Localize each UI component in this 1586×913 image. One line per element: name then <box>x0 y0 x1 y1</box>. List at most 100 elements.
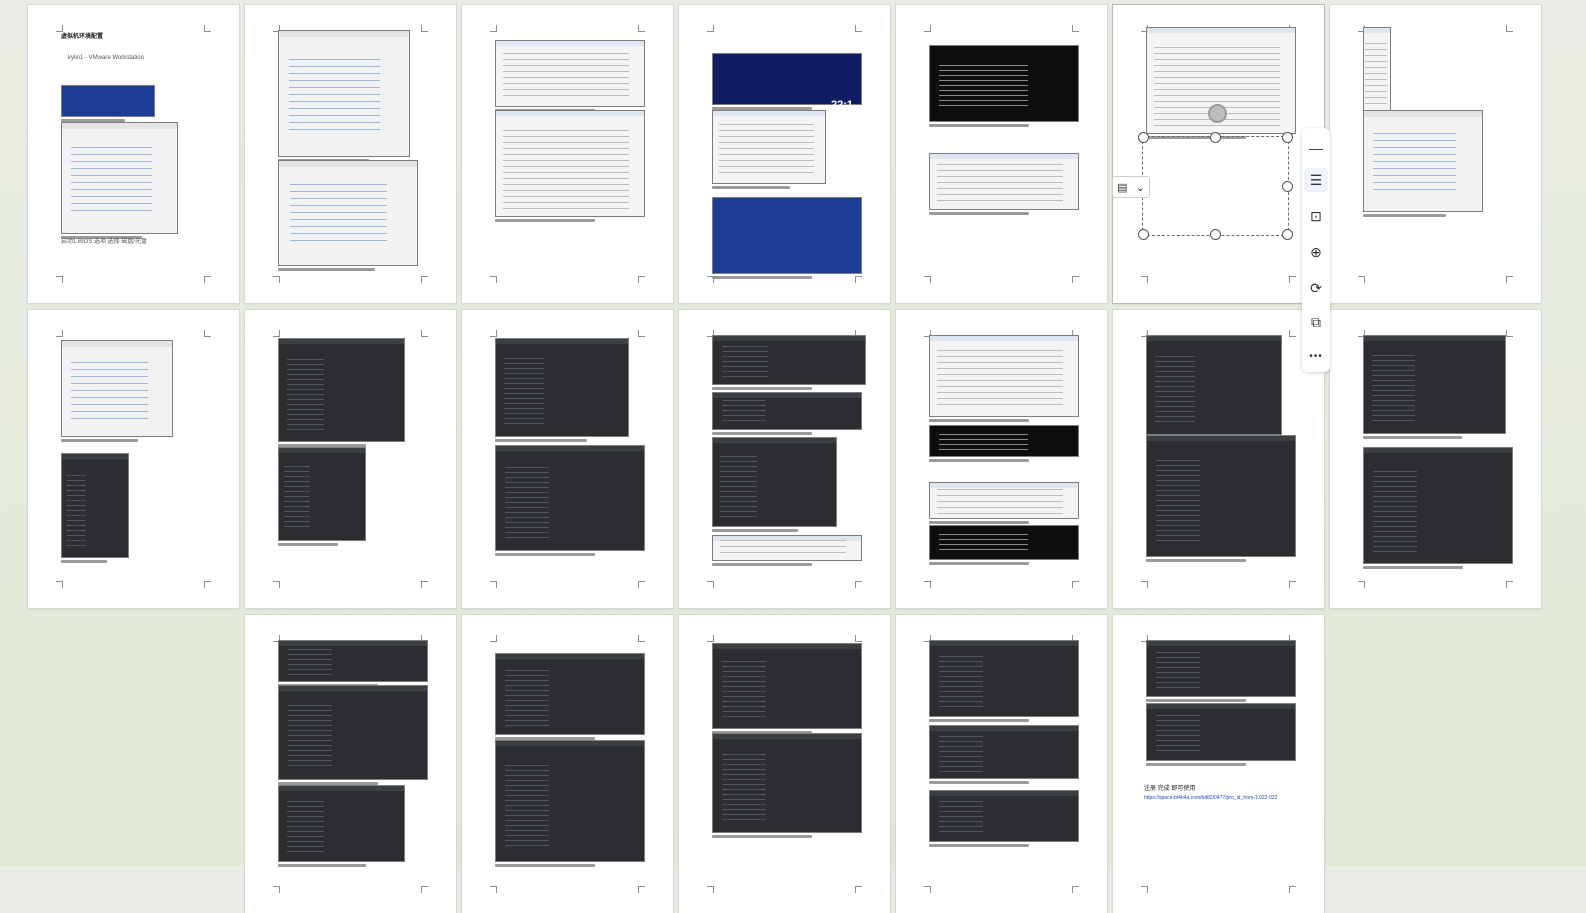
page-corner-mark <box>490 581 497 588</box>
embedded-screenshot[interactable] <box>495 740 645 862</box>
image-floating-toolbar: — ☰ ⊡ ⊕ ⟳ ⧉ ••• <box>1302 128 1330 372</box>
page-corner-mark <box>1358 581 1365 588</box>
embedded-screenshot[interactable] <box>1146 435 1296 557</box>
embedded-screenshot[interactable] <box>61 85 155 117</box>
embedded-screenshot[interactable] <box>61 340 173 437</box>
embedded-screenshot[interactable] <box>1363 335 1506 434</box>
embedded-screenshot[interactable] <box>929 640 1079 717</box>
page-thumbnail[interactable] <box>896 615 1107 913</box>
image-selection-frame[interactable] <box>1138 132 1293 240</box>
page-corner-mark <box>1072 276 1079 283</box>
resize-handle-bl[interactable] <box>1138 229 1149 240</box>
embedded-screenshot[interactable] <box>1146 703 1296 761</box>
embedded-screenshot[interactable] <box>929 335 1079 417</box>
rotate-handle[interactable] <box>1208 104 1227 123</box>
embedded-screenshot[interactable] <box>278 447 366 541</box>
page-thumbnail[interactable] <box>462 310 673 608</box>
resize-handle-r[interactable] <box>1282 181 1293 192</box>
embedded-screenshot[interactable] <box>61 453 129 558</box>
page-thumbnail[interactable] <box>1330 310 1541 608</box>
embedded-screenshot[interactable] <box>278 685 428 780</box>
embedded-screenshot[interactable] <box>61 122 178 234</box>
embedded-screenshot[interactable] <box>495 110 645 217</box>
page-corner-mark <box>1506 330 1513 337</box>
embedded-screenshot[interactable] <box>1146 640 1296 697</box>
page-thumbnail[interactable] <box>462 5 673 303</box>
resize-handle-t[interactable] <box>1210 132 1221 143</box>
page-corner-mark <box>490 330 497 337</box>
embedded-screenshot[interactable] <box>278 640 428 682</box>
embedded-screenshot[interactable] <box>1363 27 1391 114</box>
resize-handle-tl[interactable] <box>1138 132 1149 143</box>
embedded-screenshot[interactable] <box>712 535 862 561</box>
text-wrap-icon[interactable]: ☰ <box>1304 168 1328 192</box>
embedded-screenshot[interactable] <box>929 482 1079 519</box>
caption-line <box>495 439 588 442</box>
page-thumbnail[interactable] <box>1113 310 1324 608</box>
crop-icon[interactable]: ⊡ <box>1304 204 1328 228</box>
embedded-screenshot[interactable] <box>712 110 826 184</box>
page-thumbnail[interactable] <box>245 310 456 608</box>
url-link[interactable]: https://space-bt4b4a.com/bd82/0477/pro_i… <box>1144 795 1277 801</box>
page-corner-mark <box>421 276 428 283</box>
embedded-screenshot[interactable] <box>712 733 862 833</box>
embedded-screenshot[interactable] <box>1146 335 1282 435</box>
page-thumbnail[interactable] <box>679 310 890 608</box>
page-thumbnail[interactable] <box>462 615 673 913</box>
embedded-screenshot[interactable] <box>929 425 1079 457</box>
clock-readout: 22:1 <box>831 99 854 111</box>
zoom-in-icon[interactable]: ⊕ <box>1304 240 1328 264</box>
embedded-screenshot[interactable] <box>929 45 1079 122</box>
embedded-screenshot[interactable] <box>929 790 1079 842</box>
embedded-screenshot[interactable] <box>278 30 410 157</box>
resize-handle-b[interactable] <box>1210 229 1221 240</box>
embedded-screenshot[interactable] <box>712 392 862 430</box>
embedded-screenshot[interactable] <box>712 643 862 729</box>
page-thumbnail[interactable] <box>896 5 1107 303</box>
page-corner-mark <box>707 25 714 32</box>
page-thumbnail[interactable] <box>28 310 239 608</box>
embedded-screenshot[interactable] <box>712 53 862 105</box>
page-corner-mark <box>204 330 211 337</box>
copy-icon[interactable]: ⧉ <box>1304 310 1328 334</box>
minus-icon[interactable]: — <box>1304 136 1328 160</box>
page-corner-mark <box>1141 886 1148 893</box>
page-thumbnail[interactable]: 虚拟机环境配置 kylin1 - VMware Workstation 启动1.BI… <box>28 5 239 303</box>
caption-line <box>495 553 595 556</box>
embedded-screenshot[interactable] <box>712 197 862 274</box>
page-thumbnail[interactable]: 注册 完成 即可使用 https://space-bt4b4a.com/bd82/… <box>1113 615 1324 913</box>
embedded-screenshot[interactable] <box>929 725 1079 779</box>
page-thumbnail[interactable] <box>679 615 890 913</box>
page-thumbnail[interactable] <box>896 310 1107 608</box>
embedded-screenshot[interactable] <box>712 437 837 527</box>
embedded-screenshot[interactable] <box>278 338 405 442</box>
embedded-screenshot[interactable] <box>929 525 1079 560</box>
page-corner-mark <box>855 581 862 588</box>
page-corner-mark <box>204 25 211 32</box>
embedded-screenshot[interactable] <box>278 160 418 266</box>
caption-line <box>929 719 1029 722</box>
embedded-screenshot[interactable] <box>929 153 1079 210</box>
embedded-screenshot[interactable] <box>278 785 405 862</box>
caption-line <box>1363 214 1446 217</box>
embedded-screenshot[interactable] <box>495 653 645 735</box>
resize-handle-br[interactable] <box>1282 229 1293 240</box>
page-thumbnail[interactable]: 22:1 <box>679 5 890 303</box>
resize-handle-tr[interactable] <box>1282 132 1293 143</box>
layout-options-button[interactable]: ▤ ⌄ <box>1112 176 1150 198</box>
page-thumbnail[interactable] <box>1330 5 1541 303</box>
embedded-screenshot[interactable] <box>495 40 645 107</box>
more-icon[interactable]: ••• <box>1304 344 1328 368</box>
page-thumbnail[interactable] <box>245 5 456 303</box>
page-corner-mark <box>1506 276 1513 283</box>
embedded-screenshot[interactable] <box>1363 110 1483 212</box>
rotate-icon[interactable]: ⟳ <box>1304 276 1328 300</box>
caption-line <box>929 781 1029 784</box>
embedded-screenshot[interactable] <box>712 335 866 385</box>
page-corner-mark <box>1072 25 1079 32</box>
page-thumbnail[interactable] <box>245 615 456 913</box>
embedded-screenshot[interactable] <box>495 338 629 437</box>
embedded-screenshot[interactable] <box>495 445 645 551</box>
embedded-screenshot[interactable] <box>1363 447 1513 564</box>
page-corner-mark <box>638 581 645 588</box>
